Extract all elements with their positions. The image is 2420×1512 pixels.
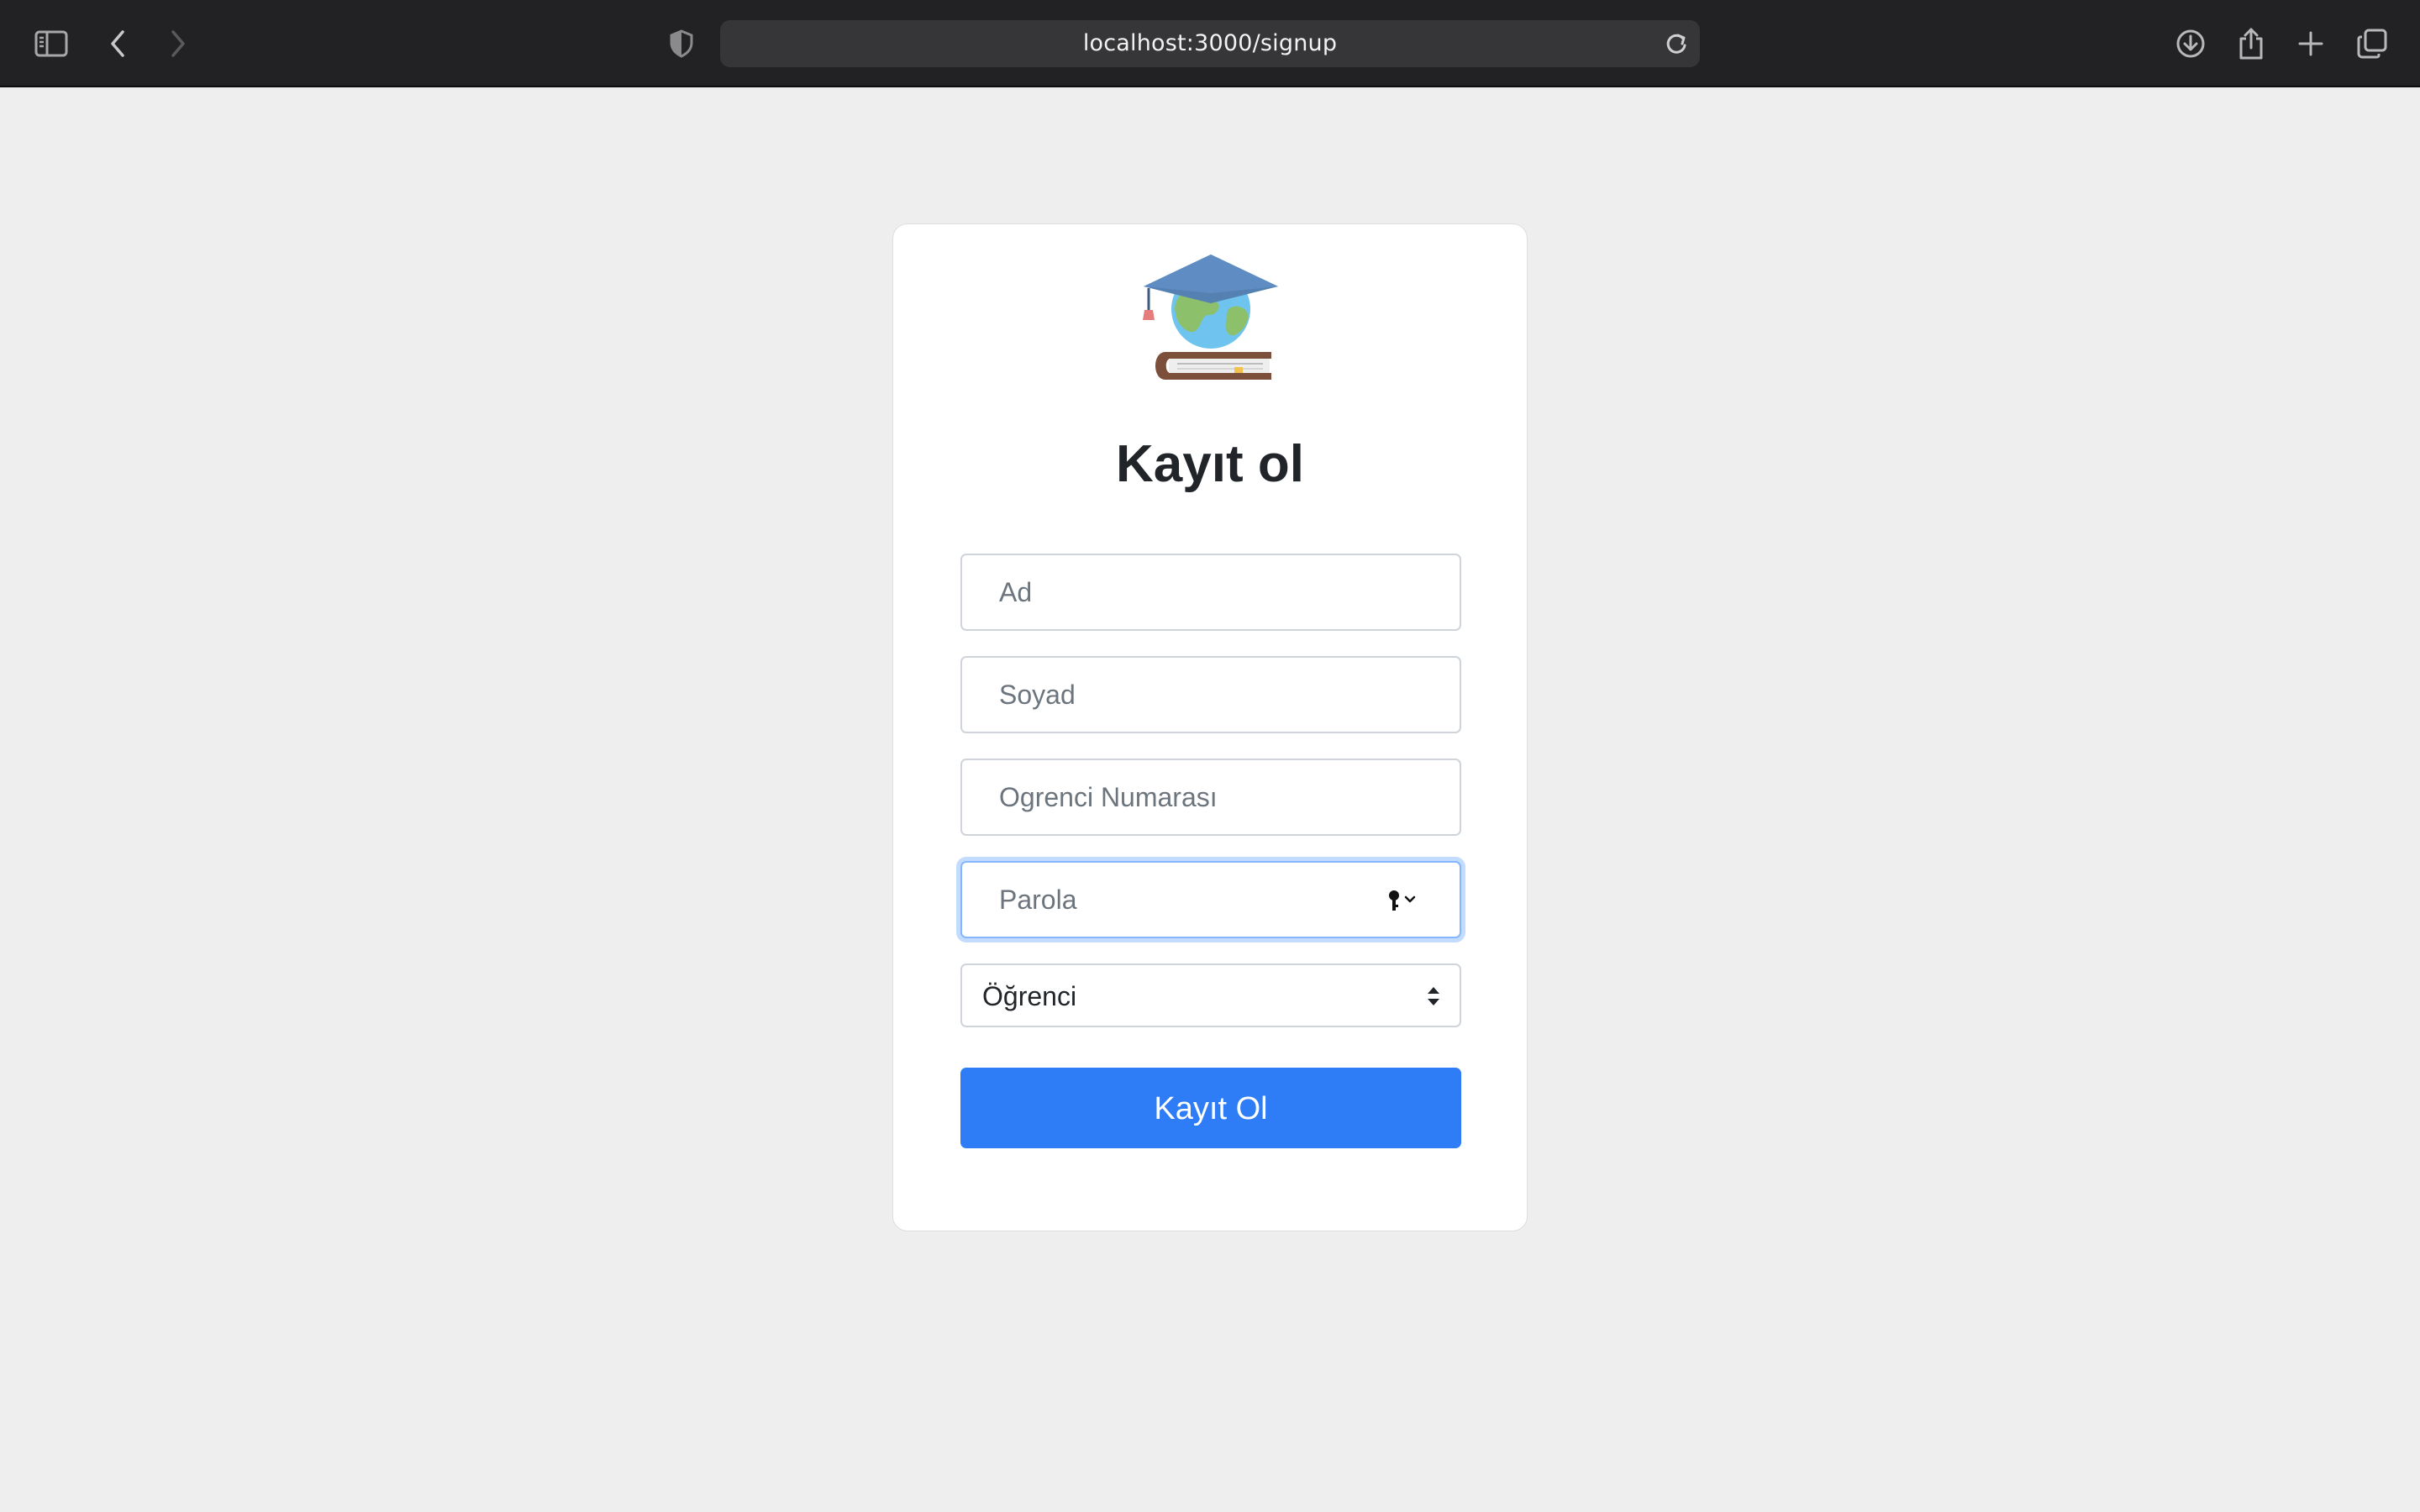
share-icon[interactable]	[2224, 17, 2278, 71]
role-select[interactable]: Öğrenci	[960, 963, 1461, 1027]
role-select-value: Öğrenci	[982, 981, 1077, 1011]
chevron-left-icon[interactable]	[91, 17, 145, 71]
chevron-right-icon[interactable]	[151, 17, 205, 71]
signup-card: Kayıt ol Öğrenci Kayıt Ol	[892, 223, 1528, 1231]
tab-overview-icon[interactable]	[2345, 17, 2399, 71]
address-bar[interactable]: localhost:3000/signup	[720, 20, 1700, 67]
graduation-globe-logo	[1137, 253, 1285, 401]
plus-icon[interactable]	[2284, 17, 2338, 71]
student-number-field	[960, 759, 1461, 836]
reload-icon[interactable]	[1663, 30, 1690, 57]
download-icon[interactable]	[2164, 17, 2217, 71]
select-arrows-icon	[1426, 985, 1441, 1007]
browser-toolbar: localhost:3000/signup	[0, 0, 2420, 87]
page-title: Kayıt ol	[1116, 435, 1304, 493]
student-number-input[interactable]	[962, 760, 1460, 834]
last-name-input[interactable]	[962, 658, 1460, 732]
first-name-field	[960, 554, 1461, 631]
shield-icon[interactable]	[655, 17, 708, 71]
first-name-input[interactable]	[962, 555, 1460, 629]
url-text: localhost:3000/signup	[1082, 30, 1338, 56]
signup-button[interactable]: Kayıt Ol	[960, 1068, 1461, 1148]
key-icon[interactable]	[1387, 890, 1421, 913]
password-input[interactable]	[962, 863, 1460, 937]
password-field	[960, 861, 1461, 938]
sidebar-icon[interactable]	[24, 17, 78, 71]
last-name-field	[960, 656, 1461, 733]
